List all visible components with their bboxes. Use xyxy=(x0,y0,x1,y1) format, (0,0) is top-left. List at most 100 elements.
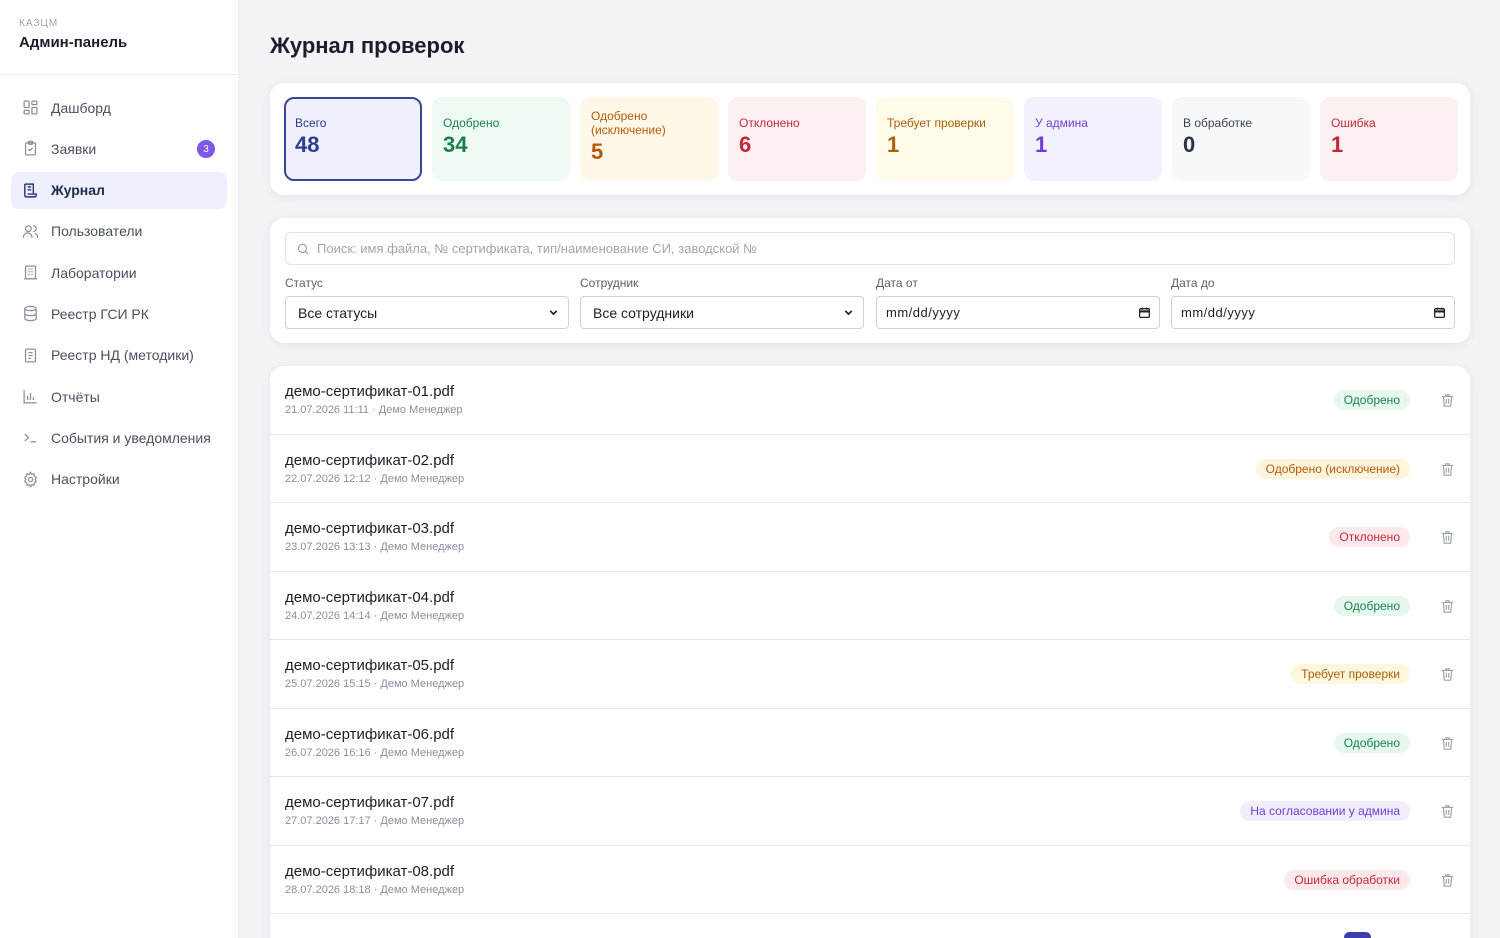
sidebar-item-label: Заявки xyxy=(51,140,97,157)
date-to-input[interactable]: mm/dd/yyyy xyxy=(1171,296,1455,329)
sidebar-item-laboratories[interactable]: Лаборатории xyxy=(11,254,227,291)
trash-icon[interactable] xyxy=(1441,462,1454,477)
stat-value: 1 xyxy=(887,132,900,157)
file-name: демо-сертификат-03.pdf xyxy=(285,520,455,537)
terminal-icon xyxy=(22,429,39,446)
chevron-down-icon xyxy=(844,310,853,316)
trash-icon[interactable] xyxy=(1441,736,1454,751)
stat-label: У админа xyxy=(1035,116,1088,130)
stats-panel: Всего 48 Одобрено 34 Одобрено (исключени… xyxy=(270,83,1470,195)
file-name: демо-сертификат-02.pdf xyxy=(285,451,455,469)
trash-icon[interactable] xyxy=(1441,804,1454,819)
stat-value: 1 xyxy=(1035,132,1048,157)
file-meta: 21.07.2026 11:11 · Демо Менеджер xyxy=(285,404,463,416)
sidebar-nav: Дашборд Заявки 3 Журнал Пользователи Лаб… xyxy=(0,75,238,498)
employee-filter: Сотрудник Все сотрудники xyxy=(580,276,864,329)
status-select-value: Все статусы xyxy=(298,304,378,321)
trash-icon[interactable] xyxy=(1441,599,1454,614)
list-item[interactable]: демо-сертификат-06.pdf 26.07.2026 16:16 … xyxy=(270,709,1470,777)
calendar-icon[interactable] xyxy=(1138,306,1151,319)
employee-select[interactable]: Все сотрудники xyxy=(580,296,864,329)
filters-panel: Статус Все статусы Сотрудник Все сотрудн… xyxy=(270,218,1470,343)
file-meta: 23.07.2026 13:13 · Демо Менеджер xyxy=(285,541,465,553)
status-badge: Одобрено (исключение) xyxy=(1255,458,1410,479)
trash-icon[interactable] xyxy=(1441,667,1454,682)
date-from-value: mm/dd/yyyy xyxy=(886,305,961,320)
chevron-down-icon xyxy=(549,310,558,316)
search-input[interactable] xyxy=(317,241,1417,256)
trash-icon[interactable] xyxy=(1441,873,1454,888)
file-meta: 28.07.2026 18:18 · Демо Менеджер xyxy=(285,883,465,896)
file-meta: 25.07.2026 15:15 · Демо Менеджер xyxy=(285,678,465,690)
file-name: демо-сертификат-01.pdf xyxy=(285,383,455,400)
journal-icon xyxy=(22,182,39,199)
stat-label: В обработке xyxy=(1183,116,1253,130)
stat-value: 34 xyxy=(443,132,468,157)
sidebar-item-journal[interactable]: Журнал xyxy=(11,171,227,209)
list-item[interactable]: демо-сертификат-02.pdf 22.07.2026 12:12 … xyxy=(270,435,1470,503)
status-badge: Требует проверки xyxy=(1291,664,1410,684)
stat-card-error[interactable]: Ошибка 1 xyxy=(1320,97,1458,181)
sidebar-item-users[interactable]: Пользователи xyxy=(11,213,227,250)
date-to-filter: Дата до mm/dd/yyyy xyxy=(1171,276,1455,329)
file-name: демо-сертификат-04.pdf xyxy=(285,588,455,606)
status-filter: Статус Все статусы xyxy=(285,276,569,329)
employee-filter-label: Сотрудник xyxy=(580,276,639,290)
file-meta: 22.07.2026 12:12 · Демо Менеджер xyxy=(285,472,465,485)
status-badge: Отклонено xyxy=(1329,527,1410,547)
date-from-filter: Дата от mm/dd/yyyy xyxy=(876,276,1160,329)
date-from-input[interactable]: mm/dd/yyyy xyxy=(876,296,1160,329)
list-item[interactable]: демо-сертификат-05.pdf 25.07.2026 15:15 … xyxy=(270,640,1470,709)
file-name: демо-сертификат-07.pdf xyxy=(285,794,455,811)
stat-value: 0 xyxy=(1183,132,1196,157)
status-badge: Одобрено xyxy=(1333,390,1410,410)
list-item[interactable]: демо-сертификат-01.pdf 21.07.2026 11:11 … xyxy=(270,366,1470,435)
list-item[interactable]: демо-сертификат-07.pdf 27.07.2026 17:17 … xyxy=(270,777,1470,846)
sidebar-item-dashboard[interactable]: Дашборд xyxy=(11,89,227,126)
sidebar-item-label: Пользователи xyxy=(51,223,143,240)
sidebar: КАЗЦМ Админ-панель Дашборд Заявки 3 Журн… xyxy=(0,0,239,938)
employee-select-value: Все сотрудники xyxy=(593,304,694,321)
gear-icon xyxy=(22,470,39,488)
sidebar-item-label: События и уведомления xyxy=(51,429,211,446)
stat-card-approved[interactable]: Одобрено 34 xyxy=(432,97,570,181)
stat-card-approved-exception[interactable]: Одобрено (исключение) 5 xyxy=(580,97,718,181)
sidebar-item-nd-registry[interactable]: Реестр НД (методики) xyxy=(11,337,227,374)
stat-value: 48 xyxy=(295,132,320,157)
sidebar-item-settings[interactable]: Настройки xyxy=(11,461,227,498)
stat-card-at-admin[interactable]: У админа 1 xyxy=(1024,97,1162,181)
users-icon xyxy=(22,223,39,240)
sidebar-item-requests[interactable]: Заявки 3 xyxy=(11,130,227,167)
list-item[interactable]: демо-сертификат-04.pdf 24.07.2026 14:14 … xyxy=(270,572,1470,640)
list-item[interactable]: демо-сертификат-03.pdf 23.07.2026 13:13 … xyxy=(270,503,1470,572)
sidebar-item-label: Реестр НД (методики) xyxy=(51,347,194,364)
status-badge: На согласовании у админа xyxy=(1240,801,1410,821)
search-icon xyxy=(297,243,309,254)
stat-value: 6 xyxy=(739,132,752,157)
list-item[interactable]: демо-сертификат-08.pdf 28.07.2026 18:18 … xyxy=(270,846,1470,914)
trash-icon[interactable] xyxy=(1441,393,1454,408)
stat-card-rejected[interactable]: Отклонено 6 xyxy=(728,97,866,181)
file-name: демо-сертификат-05.pdf xyxy=(285,657,455,674)
date-to-value: mm/dd/yyyy xyxy=(1181,305,1256,320)
pagination-button[interactable] xyxy=(1344,932,1371,938)
sidebar-item-gsi-registry[interactable]: Реестр ГСИ РК xyxy=(11,295,227,332)
sidebar-item-label: Настройки xyxy=(51,471,120,488)
sidebar-item-label: Дашборд xyxy=(51,99,111,116)
stat-card-total[interactable]: Всего 48 xyxy=(284,97,422,181)
status-filter-label: Статус xyxy=(285,276,323,290)
sidebar-item-reports[interactable]: Отчёты xyxy=(11,378,227,415)
sidebar-item-label: Отчёты xyxy=(51,388,100,405)
clipboard-icon xyxy=(22,140,39,157)
stat-card-processing[interactable]: В обработке 0 xyxy=(1172,97,1310,181)
trash-icon[interactable] xyxy=(1441,530,1454,545)
status-select[interactable]: Все статусы xyxy=(285,296,569,329)
sidebar-item-events[interactable]: События и уведомления xyxy=(11,419,227,456)
stat-label: Ошибка xyxy=(1331,116,1376,130)
stat-card-needs-review[interactable]: Требует проверки 1 xyxy=(876,97,1014,181)
sidebar-item-label: Журнал xyxy=(51,182,105,199)
calendar-icon[interactable] xyxy=(1433,306,1446,319)
page-title: Журнал проверок xyxy=(270,33,465,58)
file-meta: 24.07.2026 14:14 · Демо Менеджер xyxy=(285,609,465,622)
bar-chart-icon xyxy=(22,388,39,405)
